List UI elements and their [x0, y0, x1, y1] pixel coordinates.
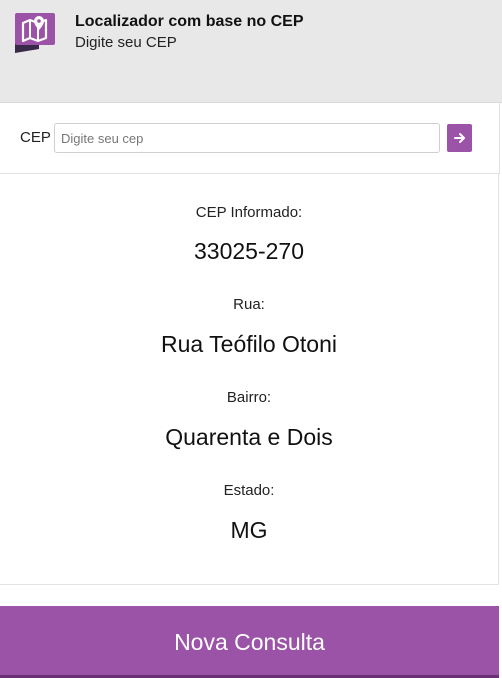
app-title: Localizador com base no CEP	[75, 13, 304, 30]
state-result-value: MG	[230, 517, 268, 543]
cep-label: CEP	[20, 129, 51, 146]
street-result-value: Rua Teófilo Otoni	[160, 331, 337, 357]
cep-result-label: CEP Informado:	[195, 204, 303, 221]
state-result-label: Estado:	[223, 482, 275, 499]
cep-input[interactable]	[54, 123, 440, 153]
app-header: Localizador com base no CEP Digite seu C…	[0, 0, 502, 103]
app-subtitle: Digite seu CEP	[75, 34, 177, 51]
street-result-label: Rua:	[233, 296, 265, 313]
district-result-value: Quarenta e Dois	[165, 424, 333, 450]
new-search-button[interactable]: Nova Consulta	[0, 606, 499, 678]
cep-result-value: 33025-270	[194, 238, 304, 264]
page: Localizador com base no CEP Digite seu C…	[0, 0, 502, 678]
district-result-label: Bairro:	[226, 389, 272, 406]
map-location-icon	[15, 13, 55, 53]
cep-search-bar: CEP	[0, 103, 500, 174]
arrow-right-icon	[453, 133, 465, 143]
results-card: CEP Informado: 33025-270 Rua: Rua Teófil…	[0, 174, 499, 585]
search-submit-button[interactable]	[447, 124, 472, 152]
